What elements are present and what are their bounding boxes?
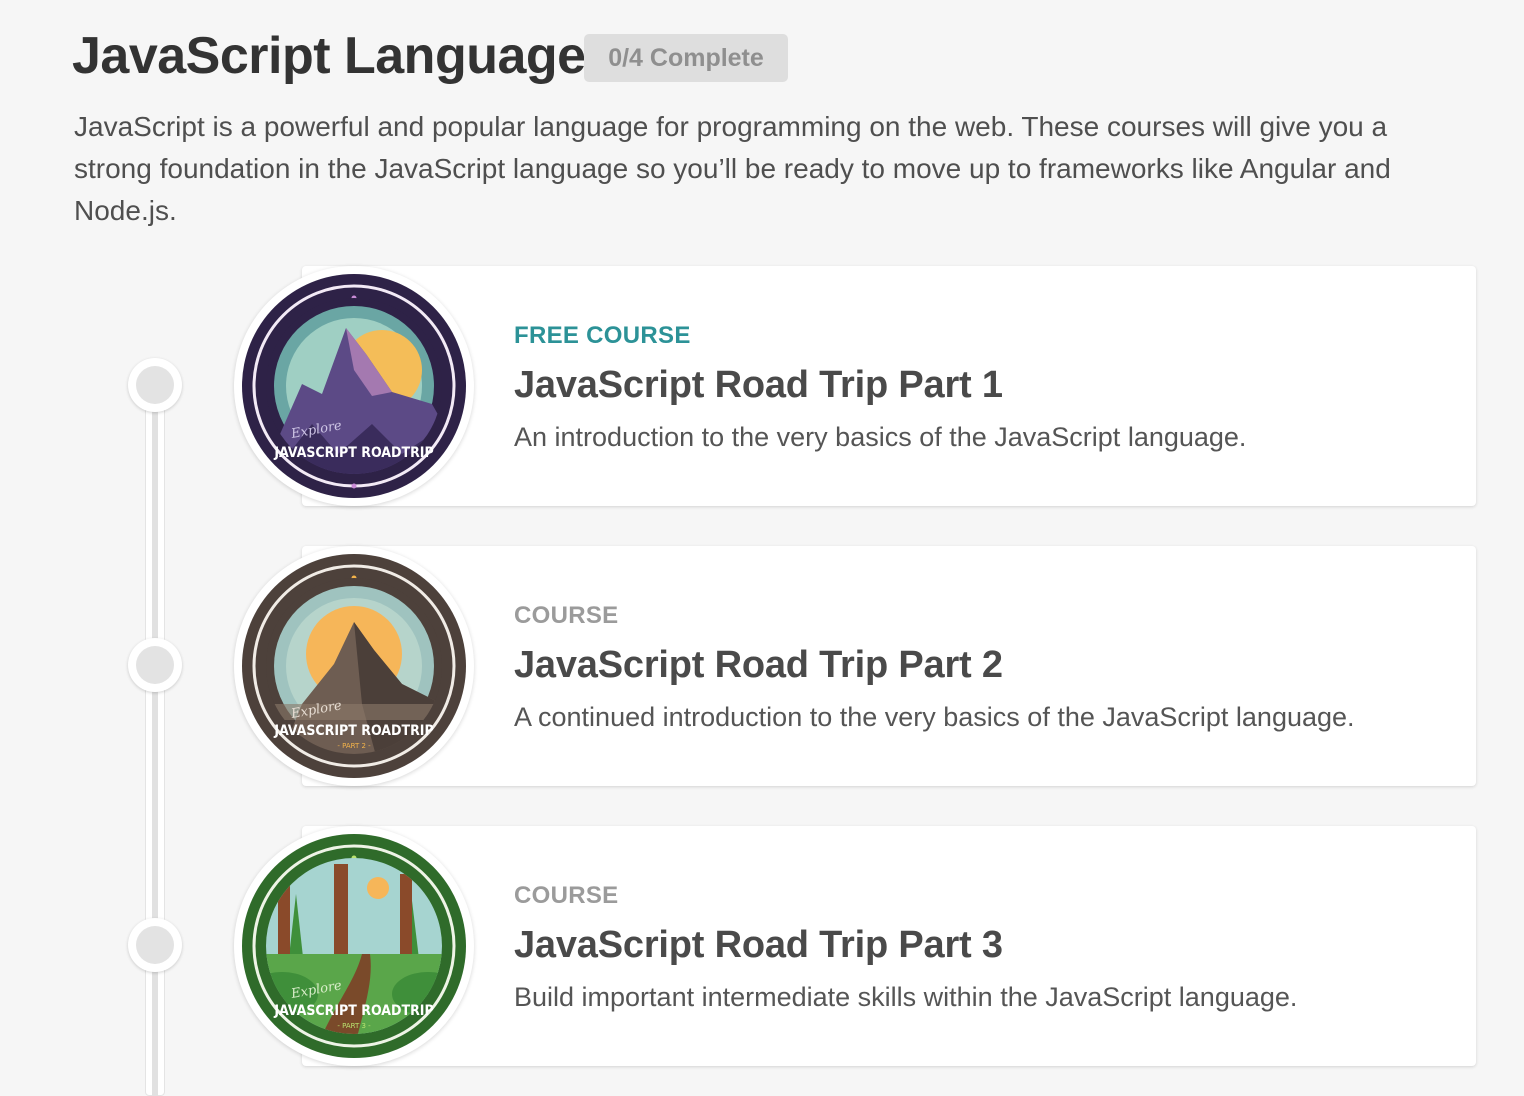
course-kind-label: COURSE [514, 882, 619, 909]
timeline-node-3 [128, 918, 182, 972]
course-badge-3[interactable]: Explore JAVASCRIPT ROADTRIP - PART 3 - [234, 826, 474, 1066]
path-description: JavaScript is a powerful and popular lan… [74, 111, 1391, 226]
course-badge-2[interactable]: Explore JAVASCRIPT ROADTRIP - PART 2 - [234, 546, 474, 786]
timeline-track [145, 384, 165, 1096]
course-info-1: FREE COURSE JavaScript Road Trip Part 1 … [514, 322, 1454, 453]
course-description: A continued introduction to the very bas… [514, 702, 1355, 732]
timeline-node-2 [128, 638, 182, 692]
mountain-badge-image: Explore JAVASCRIPT ROADTRIP - PART 2 - [242, 554, 466, 778]
svg-text:- PART 2 -: - PART 2 - [337, 742, 371, 750]
course-info-2: COURSE JavaScript Road Trip Part 2 A con… [514, 602, 1454, 733]
course-description: Build important intermediate skills with… [514, 982, 1298, 1012]
course-title[interactable]: JavaScript Road Trip Part 2 [514, 642, 1454, 688]
course-title[interactable]: JavaScript Road Trip Part 1 [514, 362, 1454, 408]
course-kind-label: FREE COURSE [514, 322, 691, 349]
course-kind-label: COURSE [514, 602, 619, 629]
timeline-node-1 [128, 358, 182, 412]
mountain-badge-image: Explore JAVASCRIPT ROADTRIP [242, 274, 466, 498]
svg-text:JAVASCRIPT ROADTRIP: JAVASCRIPT ROADTRIP [273, 1003, 433, 1019]
forest-badge-image: Explore JAVASCRIPT ROADTRIP - PART 3 - [242, 834, 466, 1058]
svg-text:- PART 3 -: - PART 3 - [337, 1022, 371, 1030]
svg-text:JAVASCRIPT ROADTRIP: JAVASCRIPT ROADTRIP [273, 723, 433, 739]
page-title: JavaScript Language [72, 27, 586, 85]
course-path-page: JavaScript Language 0/4 Complete JavaScr… [0, 0, 1524, 1096]
course-title[interactable]: JavaScript Road Trip Part 3 [514, 922, 1454, 968]
svg-text:JAVASCRIPT ROADTRIP: JAVASCRIPT ROADTRIP [273, 445, 433, 461]
course-info-3: COURSE JavaScript Road Trip Part 3 Build… [514, 882, 1454, 1013]
course-description: An introduction to the very basics of th… [514, 422, 1247, 452]
course-badge-1[interactable]: Explore JAVASCRIPT ROADTRIP [234, 266, 474, 506]
progress-badge: 0/4 Complete [584, 34, 788, 82]
